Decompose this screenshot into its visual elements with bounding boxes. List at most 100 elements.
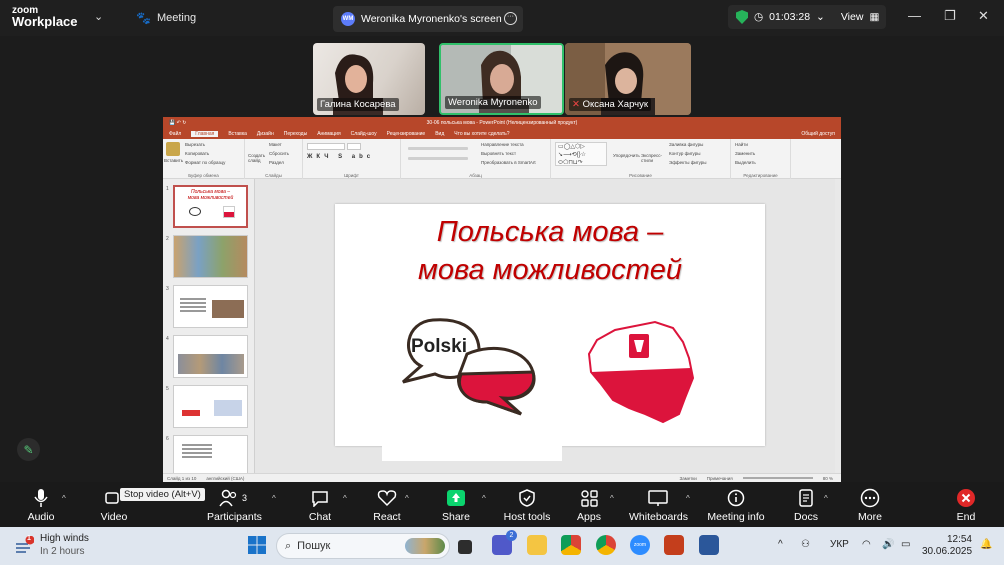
host-tools-button[interactable]: Host tools <box>502 488 552 523</box>
notes-button[interactable]: Заметки <box>680 476 697 481</box>
chat-button[interactable]: Chat <box>306 488 334 523</box>
ppt-status-bar: Слайд 1 из 10 английский (США) Заметки П… <box>163 473 841 482</box>
chevron-down-icon[interactable]: ⌄ <box>94 10 103 23</box>
timer-value: 01:03:28 <box>769 11 811 23</box>
chrome-profile-icon[interactable] <box>596 535 616 555</box>
group-label: Слайды <box>265 173 282 178</box>
restore-icon[interactable]: ❐ <box>944 8 956 24</box>
audio-button[interactable]: Audio <box>24 488 58 523</box>
tab-animation[interactable]: Анимация <box>317 131 340 137</box>
weather-widget[interactable]: High winds In 2 hours <box>40 532 89 558</box>
shared-screen-indicator[interactable]: WM Weronika Myronenko's screen ··· <box>333 6 523 32</box>
audio-options-caret[interactable]: ^ <box>62 494 66 503</box>
powerpoint-icon[interactable] <box>664 535 684 555</box>
shapes-gallery[interactable]: ▭◯△⬡▷ ↘⟶⟲{}☆ ⬭⬠⊓⊔↷ <box>555 142 607 166</box>
slide-thumbnail[interactable] <box>173 385 248 428</box>
participants-options-caret[interactable]: ^ <box>272 494 276 503</box>
slide-thumbnail[interactable] <box>173 335 248 378</box>
taskbar-search-input[interactable]: ⌕ Пошук <box>276 533 450 559</box>
share-button[interactable]: Share <box>442 488 470 523</box>
share-access-button[interactable]: Общий доступ <box>801 131 835 137</box>
tab-review[interactable]: Рецензирование <box>387 131 426 137</box>
windows-start-icon[interactable] <box>247 535 267 555</box>
close-icon[interactable]: ✕ <box>978 8 989 24</box>
wifi-icon[interactable]: ◠ <box>862 539 871 550</box>
shared-powerpoint-window[interactable]: 💾 ↶ ↻ 30-06 польська мова - PowerPoint (… <box>163 117 841 482</box>
comments-button[interactable]: Примечания <box>707 476 733 481</box>
notes-area[interactable] <box>382 445 562 461</box>
participant-tile[interactable]: ✕ Оксана Харчук <box>565 43 691 115</box>
share-options-caret[interactable]: ^ <box>482 494 486 503</box>
heart-icon <box>372 488 402 508</box>
font-size-select[interactable] <box>347 143 361 150</box>
slide-thumbnail[interactable] <box>173 235 248 278</box>
tab-design[interactable]: Дизайн <box>257 131 274 137</box>
battery-icon[interactable]: ▭ <box>901 539 910 550</box>
chat-icon <box>306 488 334 508</box>
participant-tile-active-speaker[interactable]: Weronika Myronenko <box>439 43 564 115</box>
whiteboards-options-caret[interactable]: ^ <box>686 494 690 503</box>
end-meeting-button[interactable]: End <box>952 488 980 523</box>
info-icon <box>706 488 766 508</box>
current-slide[interactable]: Польська мова – мова можливостей Polski <box>335 204 765 446</box>
chevron-down-icon: ⌄ <box>816 11 825 23</box>
ribbon-group-paragraph: Направление текста Выровнять текст Преоб… <box>401 139 551 179</box>
zoom-slider[interactable] <box>742 477 813 479</box>
group-label: Шрифт <box>344 173 359 178</box>
meeting-menu[interactable]: 🐾 Meeting <box>136 11 196 25</box>
slide-thumbnail[interactable]: Польська мова – мова можливостей <box>173 185 248 228</box>
annotate-pencil-icon[interactable]: ✎ <box>17 438 40 461</box>
file-explorer-icon[interactable] <box>527 535 547 555</box>
zoom-app-icon[interactable]: zoom <box>630 535 650 555</box>
slide-thumbnail[interactable] <box>173 285 248 328</box>
apps-options-caret[interactable]: ^ <box>610 494 614 503</box>
teams-badge: 2 <box>506 530 517 541</box>
notification-bell-icon[interactable]: 🔔 <box>980 539 992 550</box>
react-options-caret[interactable]: ^ <box>405 494 409 503</box>
tab-file[interactable]: Файл <box>169 131 181 137</box>
input-language[interactable]: УКР <box>830 539 849 550</box>
participants-button[interactable]: 3 Participants <box>207 488 262 523</box>
paste-icon[interactable] <box>166 142 180 156</box>
tab-view[interactable]: Вид <box>435 131 444 137</box>
docs-button[interactable]: Docs <box>793 488 819 523</box>
tray-overflow-icon[interactable]: ^ <box>778 539 783 550</box>
tab-transitions[interactable]: Переходы <box>284 131 307 137</box>
group-label: Абзац <box>469 173 482 178</box>
vertical-scrollbar[interactable] <box>835 179 841 473</box>
tab-insert[interactable]: Вставка <box>228 131 247 137</box>
apps-button[interactable]: Apps <box>575 488 603 523</box>
shield-icon <box>736 10 748 24</box>
tab-home[interactable]: Главная <box>191 131 219 137</box>
word-icon[interactable] <box>699 535 719 555</box>
save-icon[interactable]: 💾 ↶ ↻ <box>169 120 186 126</box>
font-name-select[interactable] <box>307 143 345 150</box>
align-icons[interactable] <box>408 157 468 160</box>
docs-options-caret[interactable]: ^ <box>824 494 828 503</box>
slide-thumbnail[interactable] <box>173 435 248 478</box>
zoom-level[interactable]: 80 % <box>823 476 833 481</box>
meeting-timer[interactable]: ◷ 01:03:28 ⌄ View ▦ <box>728 5 886 29</box>
chrome-icon[interactable] <box>561 535 581 555</box>
taskbar-clock[interactable]: 12:54 30.06.2025 <box>922 534 972 558</box>
teams-icon[interactable]: 2 <box>492 530 517 555</box>
microphone-icon <box>24 488 58 508</box>
more-button[interactable]: More <box>856 488 884 523</box>
weather-icon[interactable]: 1 <box>14 535 35 554</box>
minimize-icon[interactable]: — <box>908 8 921 23</box>
font-format-icons[interactable]: ЖКЧ S abc <box>307 154 374 160</box>
tray-app-icon[interactable]: ⚇ <box>801 539 810 550</box>
group-label: Буфер обмена <box>188 173 219 178</box>
list-icons[interactable] <box>408 147 468 150</box>
react-button[interactable]: React <box>372 488 402 523</box>
chat-options-caret[interactable]: ^ <box>343 494 347 503</box>
more-options-icon[interactable]: ··· <box>504 12 517 25</box>
volume-icon[interactable]: 🔊 <box>882 539 894 550</box>
participant-gallery: Галина Косарева Weronika Myronenko ✕ Окс… <box>0 43 1004 115</box>
tab-slideshow[interactable]: Слайд-шоу <box>351 131 377 137</box>
whiteboards-button[interactable]: Whiteboards <box>629 488 688 523</box>
tell-me-search[interactable]: Что вы хотите сделать? <box>454 131 509 137</box>
task-view-icon[interactable] <box>458 540 472 554</box>
meeting-info-button[interactable]: Meeting info <box>706 488 766 523</box>
participant-tile[interactable]: Галина Косарева <box>313 43 425 115</box>
